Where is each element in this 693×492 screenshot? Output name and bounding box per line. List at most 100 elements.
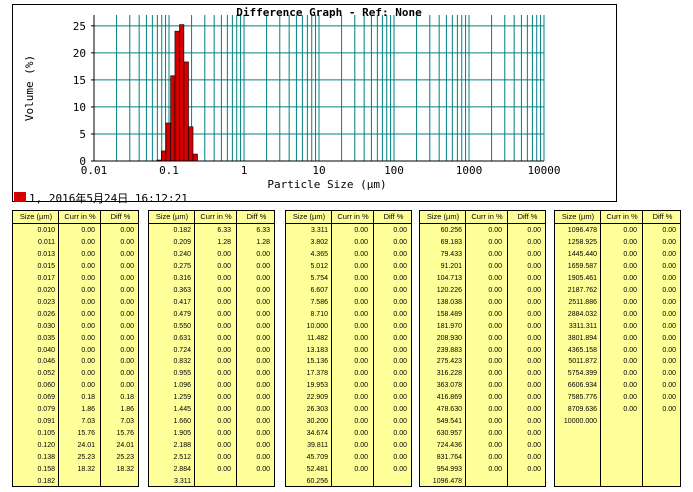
- diff-percent-cell: 0.00: [256, 262, 270, 270]
- diff-percent-cell: 0.00: [527, 358, 541, 366]
- diff-percent-cell: 0.00: [120, 262, 134, 270]
- x-tick-label: 0.01: [81, 164, 108, 177]
- diff-percent-cell: 0.00: [527, 322, 541, 330]
- size-cell: 831.764: [436, 454, 462, 462]
- diff-percent-cell: 0.00: [393, 454, 407, 462]
- curr-percent-cell: 0.00: [217, 358, 231, 366]
- size-cell: 0.832: [173, 358, 191, 366]
- diff-percent-cell: 0.00: [393, 250, 407, 258]
- curr-percent-cell: 0.00: [623, 334, 637, 342]
- diff-percent-cell: 0.00: [393, 322, 407, 330]
- diff-percent-cell: 0.00: [393, 346, 407, 354]
- diff-percent-cell: 0.00: [527, 346, 541, 354]
- diff-percent-cell: 0.00: [662, 227, 676, 234]
- size-cell: 69.183: [440, 238, 462, 246]
- table-header-cell: Size (µm): [292, 212, 326, 221]
- diff-percent-cell: 15.76: [116, 430, 134, 438]
- size-cell: 6606.934: [567, 382, 597, 390]
- histogram-bar: [192, 153, 198, 162]
- diff-percent-cell: 0.00: [393, 358, 407, 366]
- curr-percent-cell: 0.00: [354, 286, 368, 294]
- size-cell: 416.869: [436, 394, 462, 402]
- size-cell: 181.970: [436, 322, 462, 330]
- curr-percent-cell: 0.00: [488, 238, 502, 246]
- size-cell: 13.183: [306, 346, 328, 354]
- curr-percent-cell: 15.76: [77, 430, 95, 438]
- size-cell: 6.607: [310, 286, 328, 294]
- curr-percent-cell: 0.00: [488, 310, 502, 318]
- diff-percent-cell: 0.00: [393, 274, 407, 282]
- size-table-3: Size (µm) Curr in % Diff % 3.311 0.00 0.00 3.8…: [285, 210, 412, 487]
- diff-percent-cell: 0.00: [393, 394, 407, 402]
- size-cell: 11.482: [307, 334, 328, 342]
- diff-percent-cell: 0.00: [662, 274, 676, 282]
- curr-percent-cell: 0.00: [354, 382, 368, 390]
- size-cell: 1258.925: [567, 238, 597, 246]
- size-cell: 5.754: [310, 274, 328, 282]
- diff-percent-cell: 0.00: [662, 250, 676, 258]
- size-cell: 954.993: [436, 466, 462, 473]
- curr-percent-cell: 0.00: [217, 466, 231, 473]
- size-cell: 138.038: [436, 298, 462, 306]
- diff-percent-cell: 0.00: [527, 298, 541, 306]
- diff-percent-cell: 0.00: [662, 334, 676, 342]
- curr-percent-cell: 0.00: [217, 310, 231, 318]
- diff-percent-cell: 0.00: [662, 406, 676, 414]
- diff-percent-cell: 0.00: [120, 346, 134, 354]
- curr-percent-cell: 0.00: [81, 334, 95, 342]
- diff-percent-cell: 0.00: [527, 454, 541, 462]
- difference-graph-panel: 0 5 10 15 20 25 0.01 0.1 1 10 100 1000 10000 Differen…: [12, 4, 617, 202]
- curr-percent-cell: 0.00: [623, 262, 637, 270]
- size-table-5: Size (µm) Curr in % Diff % 1096.478 0.00 0.00…: [554, 210, 681, 487]
- size-cell: 3801.894: [567, 334, 597, 342]
- size-cell: 630.957: [436, 430, 462, 438]
- diff-percent-cell: 0.00: [256, 250, 270, 258]
- y-tick-label: 15: [73, 74, 86, 87]
- diff-percent-cell: 0.00: [662, 310, 676, 318]
- diff-percent-cell: 0.00: [393, 334, 407, 342]
- size-cell: 0.240: [173, 250, 191, 258]
- size-cell: 549.541: [436, 418, 462, 426]
- diff-percent-cell: 0.00: [527, 238, 541, 246]
- curr-percent-cell: 0.00: [488, 454, 502, 462]
- x-axis-label: Particle Size (μm): [267, 178, 386, 191]
- diff-percent-cell: 6.33: [256, 227, 270, 234]
- size-cell: 8.710: [310, 310, 328, 318]
- size-cell: 1.905: [173, 430, 191, 438]
- curr-percent-cell: 0.00: [81, 250, 95, 258]
- diff-percent-cell: 0.00: [120, 298, 134, 306]
- diff-percent-cell: 0.00: [662, 346, 676, 354]
- curr-percent-cell: 0.00: [81, 286, 95, 294]
- size-cell: 0.120: [37, 442, 55, 450]
- diff-percent-cell: 0.00: [662, 370, 676, 378]
- diff-percent-cell: 0.00: [120, 322, 134, 330]
- size-cell: 0.417: [173, 298, 191, 306]
- diff-percent-cell: 0.00: [120, 250, 134, 258]
- size-cell: 0.060: [37, 382, 55, 390]
- size-cell: 17.378: [306, 370, 328, 378]
- curr-percent-cell: 0.00: [488, 227, 502, 234]
- size-cell: 0.275: [173, 262, 191, 270]
- table-header-cell: Curr in %: [337, 212, 369, 221]
- curr-percent-cell: 0.00: [217, 406, 231, 414]
- table-header-cell: Diff %: [517, 212, 538, 221]
- diff-percent-cell: 18.32: [116, 466, 134, 473]
- diff-percent-cell: 0.00: [256, 322, 270, 330]
- size-cell: 0.209: [173, 238, 191, 246]
- curr-percent-cell: 0.00: [623, 250, 637, 258]
- table-header: Size (µm) Curr in % Diff %: [13, 211, 138, 224]
- curr-percent-cell: 0.00: [623, 346, 637, 354]
- curr-percent-cell: 0.00: [354, 394, 368, 402]
- histogram-bar: [183, 61, 189, 162]
- size-cell: 34.674: [306, 430, 328, 438]
- size-cell: 2511.886: [568, 298, 597, 306]
- curr-percent-cell: 0.00: [354, 418, 368, 426]
- diff-percent-cell: 0.00: [662, 238, 676, 246]
- size-cell: 1.259: [173, 394, 191, 402]
- diff-percent-cell: 0.00: [527, 406, 541, 414]
- size-cell: 0.363: [173, 286, 191, 294]
- diff-percent-cell: 0.00: [256, 394, 270, 402]
- size-cell: 1096.478: [567, 227, 597, 234]
- diff-percent-cell: 0.00: [662, 322, 676, 330]
- diff-percent-cell: 0.00: [256, 298, 270, 306]
